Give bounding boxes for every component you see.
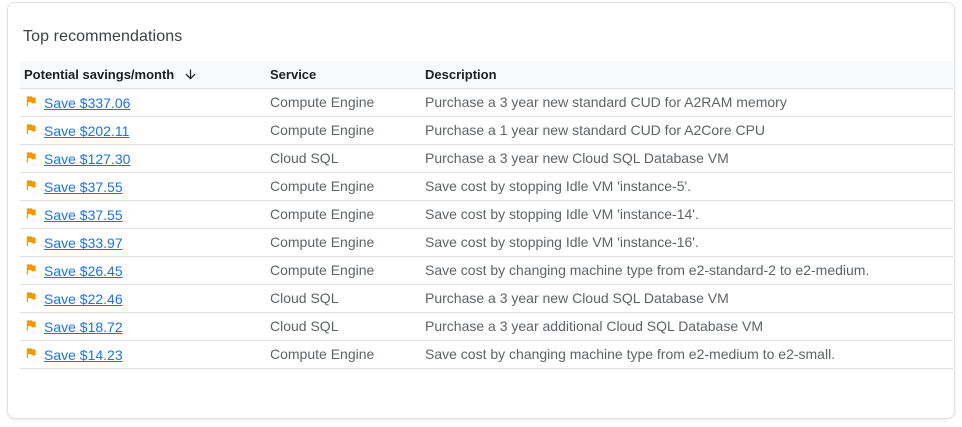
service-label: Compute Engine (270, 346, 374, 362)
service-cell: Cloud SQL (266, 144, 421, 172)
savings-cell: Save $337.06 (20, 88, 266, 116)
service-label: Compute Engine (270, 94, 374, 110)
savings-cell: Save $202.11 (20, 116, 266, 144)
description-label: Purchase a 1 year new standard CUD for A… (425, 122, 765, 138)
description-label: Purchase a 3 year new Cloud SQL Database… (425, 290, 729, 306)
column-header-service[interactable]: Service (266, 61, 421, 88)
savings-link[interactable]: Save $127.30 (44, 151, 130, 167)
service-label: Compute Engine (270, 122, 374, 138)
description-label: Purchase a 3 year new standard CUD for A… (425, 94, 787, 110)
service-cell: Compute Engine (266, 172, 421, 200)
description-cell: Purchase a 3 year new standard CUD for A… (421, 88, 953, 116)
column-header-label: Potential savings/month (24, 67, 174, 82)
savings-cell: Save $14.23 (20, 340, 266, 368)
table-row: Save $14.23 Compute Engine Save cost by … (20, 340, 953, 368)
description-cell: Purchase a 1 year new standard CUD for A… (421, 116, 953, 144)
flag-icon (24, 262, 38, 276)
service-cell: Cloud SQL (266, 284, 421, 312)
service-label: Compute Engine (270, 262, 374, 278)
flag-icon (24, 150, 38, 164)
savings-cell: Save $22.46 (20, 284, 266, 312)
top-recommendations-card: Top recommendations Potential savings/mo… (7, 2, 955, 419)
service-cell: Compute Engine (266, 228, 421, 256)
table-row: Save $37.55 Compute Engine Save cost by … (20, 200, 953, 228)
description-label: Purchase a 3 year additional Cloud SQL D… (425, 318, 763, 334)
description-label: Save cost by stopping Idle VM 'instance-… (425, 234, 699, 250)
flag-icon (24, 94, 38, 108)
table-row: Save $22.46 Cloud SQL Purchase a 3 year … (20, 284, 953, 312)
table-row: Save $26.45 Compute Engine Save cost by … (20, 256, 953, 284)
service-cell: Compute Engine (266, 88, 421, 116)
description-cell: Save cost by stopping Idle VM 'instance-… (421, 200, 953, 228)
table-row: Save $127.30 Cloud SQL Purchase a 3 year… (20, 144, 953, 172)
savings-cell: Save $37.55 (20, 172, 266, 200)
savings-cell: Save $26.45 (20, 256, 266, 284)
savings-link[interactable]: Save $26.45 (44, 263, 123, 279)
flag-icon (24, 318, 38, 332)
service-label: Compute Engine (270, 234, 374, 250)
column-header-description[interactable]: Description (421, 61, 953, 88)
description-label: Purchase a 3 year new Cloud SQL Database… (425, 150, 729, 166)
flag-icon (24, 234, 38, 248)
service-label: Cloud SQL (270, 150, 338, 166)
table-row: Save $33.97 Compute Engine Save cost by … (20, 228, 953, 256)
table-row: Save $18.72 Cloud SQL Purchase a 3 year … (20, 312, 953, 340)
table-body: Save $337.06 Compute Engine Purchase a 3… (20, 88, 953, 368)
service-label: Compute Engine (270, 178, 374, 194)
savings-cell: Save $37.55 (20, 200, 266, 228)
card-title: Top recommendations (8, 3, 954, 46)
flag-icon (24, 122, 38, 136)
service-cell: Compute Engine (266, 340, 421, 368)
table-row: Save $202.11 Compute Engine Purchase a 1… (20, 116, 953, 144)
description-cell: Purchase a 3 year new Cloud SQL Database… (421, 144, 953, 172)
description-cell: Save cost by changing machine type from … (421, 340, 953, 368)
table-row: Save $337.06 Compute Engine Purchase a 3… (20, 88, 953, 116)
savings-link[interactable]: Save $337.06 (44, 95, 130, 111)
description-cell: Purchase a 3 year additional Cloud SQL D… (421, 312, 953, 340)
service-label: Cloud SQL (270, 290, 338, 306)
description-label: Save cost by changing machine type from … (425, 262, 869, 278)
savings-link[interactable]: Save $37.55 (44, 179, 123, 195)
savings-cell: Save $18.72 (20, 312, 266, 340)
column-header-label: Service (270, 67, 316, 82)
flag-icon (24, 206, 38, 220)
description-cell: Save cost by stopping Idle VM 'instance-… (421, 228, 953, 256)
description-label: Save cost by stopping Idle VM 'instance-… (425, 206, 699, 222)
table-header-row: Potential savings/month Service Descript… (20, 61, 953, 88)
savings-link[interactable]: Save $37.55 (44, 207, 123, 223)
description-label: Save cost by changing machine type from … (425, 346, 835, 362)
savings-link[interactable]: Save $14.23 (44, 347, 123, 363)
service-label: Cloud SQL (270, 318, 338, 334)
flag-icon (24, 290, 38, 304)
savings-link[interactable]: Save $202.11 (44, 123, 129, 139)
description-cell: Purchase a 3 year new Cloud SQL Database… (421, 284, 953, 312)
savings-link[interactable]: Save $22.46 (44, 291, 123, 307)
savings-cell: Save $127.30 (20, 144, 266, 172)
service-cell: Compute Engine (266, 116, 421, 144)
description-cell: Save cost by stopping Idle VM 'instance-… (421, 172, 953, 200)
flag-icon (24, 178, 38, 192)
service-cell: Cloud SQL (266, 312, 421, 340)
description-label: Save cost by stopping Idle VM 'instance-… (425, 178, 691, 194)
savings-cell: Save $33.97 (20, 228, 266, 256)
service-label: Compute Engine (270, 206, 374, 222)
savings-link[interactable]: Save $33.97 (44, 235, 123, 251)
recommendations-table: Potential savings/month Service Descript… (20, 61, 953, 369)
service-cell: Compute Engine (266, 200, 421, 228)
savings-link[interactable]: Save $18.72 (44, 319, 123, 335)
description-cell: Save cost by changing machine type from … (421, 256, 953, 284)
column-header-label: Description (425, 67, 497, 82)
sort-descending-arrow-icon (183, 67, 198, 82)
table-row: Save $37.55 Compute Engine Save cost by … (20, 172, 953, 200)
flag-icon (24, 346, 38, 360)
column-header-potential-savings[interactable]: Potential savings/month (20, 61, 266, 88)
service-cell: Compute Engine (266, 256, 421, 284)
